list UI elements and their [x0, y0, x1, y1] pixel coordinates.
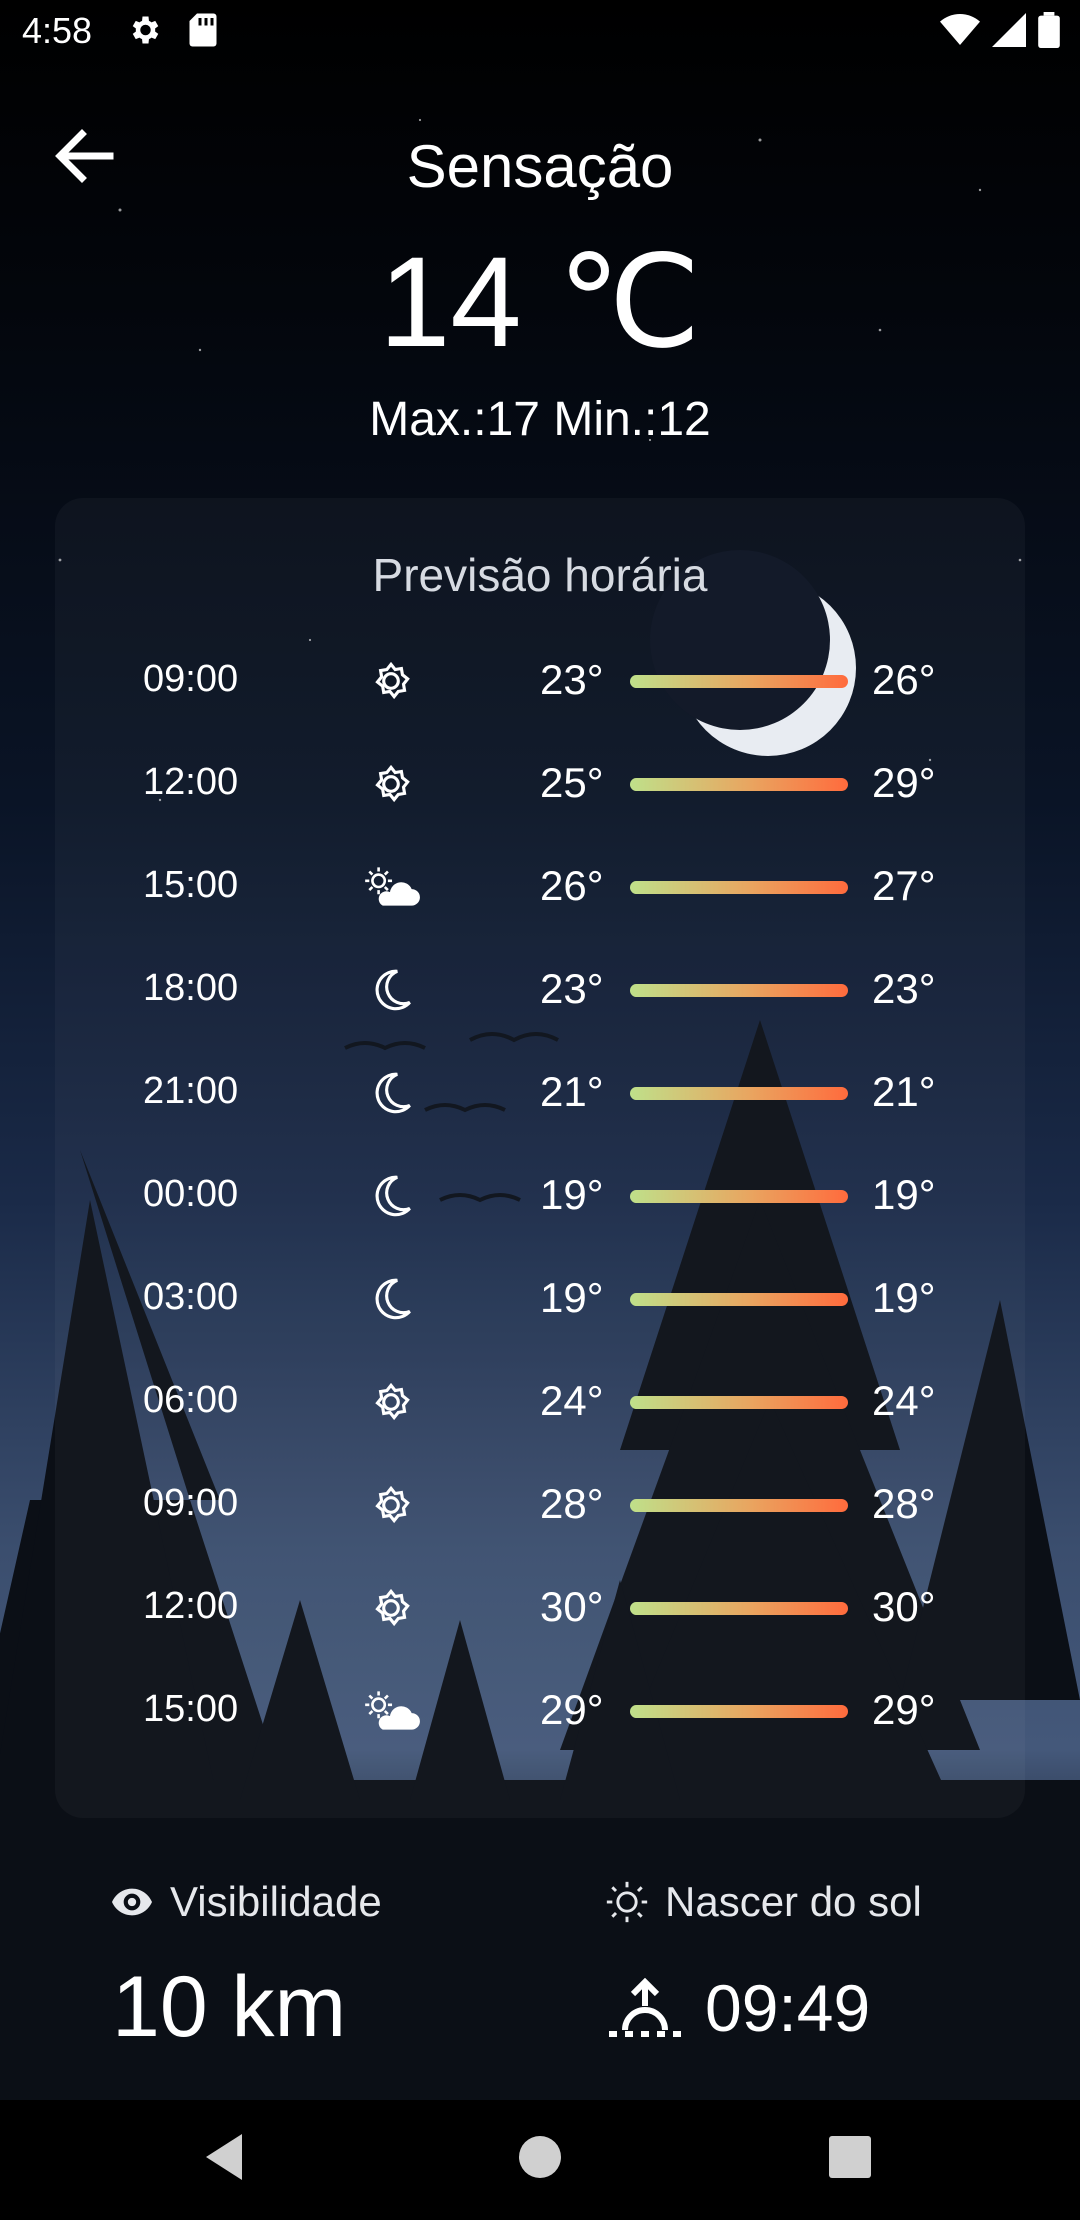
- hourly-row: 15:00 29° 29°: [0, 1670, 1080, 1750]
- nav-home-button[interactable]: [505, 2122, 575, 2192]
- hourly-row: 12:00 25° 29°: [0, 743, 1080, 823]
- temperature-range-bar: [630, 1705, 848, 1718]
- partly-cloudy-icon: [360, 1686, 422, 1736]
- low-temperature: 25°: [540, 759, 604, 806]
- visibility-label: Visibilidade: [170, 1878, 382, 1925]
- high-temperature: 26°: [872, 656, 936, 703]
- low-temperature: 28°: [540, 1480, 604, 1527]
- temperature-range-bar: [630, 675, 848, 688]
- hour-label: 06:00: [143, 1379, 239, 1421]
- feels-like-temperature: 14 ℃: [379, 231, 701, 374]
- high-temperature: 29°: [872, 1686, 936, 1733]
- hourly-row: 03:00 19° 19°: [0, 1258, 1080, 1338]
- sun-icon: [360, 1377, 422, 1427]
- temperature-range-bar: [630, 1499, 848, 1512]
- hour-label: 00:00: [143, 1173, 239, 1215]
- temperature-range-bar: [630, 1190, 848, 1203]
- visibility-label-group: Visibilidade: [112, 1878, 382, 1926]
- moon-icon: [360, 1274, 422, 1324]
- sun-icon: [360, 1583, 422, 1633]
- page-title: Sensação: [406, 133, 674, 200]
- battery-icon: [1038, 12, 1060, 48]
- hour-label: 12:00: [143, 1585, 239, 1627]
- high-temperature: 29°: [872, 759, 936, 806]
- moon-icon: [360, 1171, 422, 1221]
- low-temperature: 21°: [540, 1068, 604, 1115]
- hour-label: 12:00: [143, 761, 239, 803]
- hour-label: 03:00: [143, 1276, 239, 1318]
- cell-signal-icon: [992, 13, 1026, 47]
- low-temperature: 30°: [540, 1583, 604, 1630]
- sunrise-value-group: 09:49: [605, 1970, 870, 2046]
- temperature-range-bar: [630, 1602, 848, 1615]
- hourly-row: 00:00 19° 19°: [0, 1155, 1080, 1235]
- low-temperature: 19°: [540, 1274, 604, 1321]
- sun-icon: [360, 759, 422, 809]
- status-time: 4:58: [22, 10, 93, 51]
- sunrise-label: Nascer do sol: [665, 1878, 922, 1925]
- hour-label: 18:00: [143, 967, 239, 1009]
- hour-label: 09:00: [143, 658, 239, 700]
- temperature-range-bar: [630, 984, 848, 997]
- hourly-row: 09:00 28° 28°: [0, 1464, 1080, 1544]
- temperature-range-bar: [630, 881, 848, 894]
- nav-back-button[interactable]: [190, 2122, 260, 2192]
- hour-label: 15:00: [143, 864, 239, 906]
- hourly-row: 09:00 23° 26°: [0, 640, 1080, 720]
- sunrise-time: 09:49: [705, 1971, 871, 2045]
- hourly-row: 12:00 30° 30°: [0, 1567, 1080, 1647]
- sunrise-label-group: Nascer do sol: [605, 1878, 922, 1926]
- hour-label: 15:00: [143, 1688, 239, 1730]
- high-temperature: 28°: [872, 1480, 936, 1527]
- sun-icon: [360, 1480, 422, 1530]
- high-temperature: 30°: [872, 1583, 936, 1630]
- eye-icon: [112, 1888, 152, 1916]
- hourly-forecast-title: Previsão horária: [372, 549, 708, 601]
- temperature-range-bar: [630, 778, 848, 791]
- nav-recents-button[interactable]: [815, 2122, 885, 2192]
- max-min-temperature: Max.:17 Min.:12: [369, 393, 711, 446]
- hourly-row: 15:00 26° 27°: [0, 846, 1080, 926]
- sun-outline-icon: [606, 1881, 648, 1923]
- moon-icon: [360, 965, 422, 1015]
- temperature-range-bar: [630, 1293, 848, 1306]
- high-temperature: 24°: [872, 1377, 936, 1424]
- settings-gear-icon: [132, 16, 159, 44]
- hour-label: 09:00: [143, 1482, 239, 1524]
- high-temperature: 23°: [872, 965, 936, 1012]
- hourly-row: 18:00 23° 23°: [0, 949, 1080, 1029]
- temperature-range-bar: [630, 1087, 848, 1100]
- high-temperature: 19°: [872, 1274, 936, 1321]
- hour-label: 21:00: [143, 1070, 239, 1112]
- high-temperature: 19°: [872, 1171, 936, 1218]
- moon-icon: [360, 1068, 422, 1118]
- low-temperature: 26°: [540, 862, 604, 909]
- low-temperature: 29°: [540, 1686, 604, 1733]
- low-temperature: 23°: [540, 656, 604, 703]
- sd-card-icon: [189, 13, 217, 47]
- wifi-icon: [940, 14, 980, 45]
- temperature-range-bar: [630, 1396, 848, 1409]
- sun-icon: [360, 656, 422, 706]
- high-temperature: 27°: [872, 862, 936, 909]
- low-temperature: 23°: [540, 965, 604, 1012]
- status-bar: 4:58: [0, 0, 1080, 66]
- low-temperature: 19°: [540, 1171, 604, 1218]
- high-temperature: 21°: [872, 1068, 936, 1115]
- visibility-value: 10 km: [112, 1959, 347, 2055]
- sunrise-icon: [609, 1978, 681, 2037]
- low-temperature: 24°: [540, 1377, 604, 1424]
- hourly-row: 06:00 24° 24°: [0, 1361, 1080, 1441]
- partly-cloudy-icon: [360, 862, 422, 912]
- hourly-row: 21:00 21° 21°: [0, 1052, 1080, 1132]
